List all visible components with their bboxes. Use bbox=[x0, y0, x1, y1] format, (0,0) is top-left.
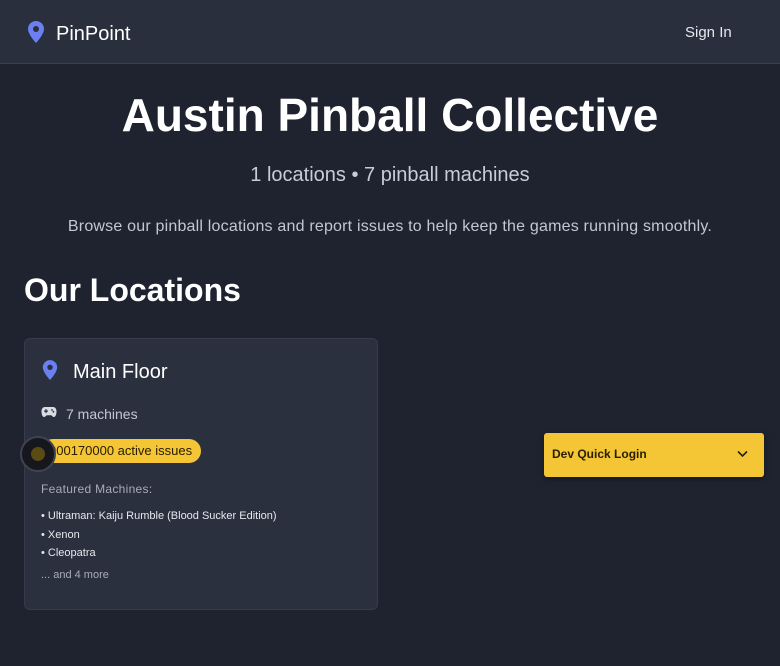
brand-name: PinPoint bbox=[56, 23, 131, 45]
featured-machines-list: • Ultraman: Kaiju Rumble (Blood Sucker E… bbox=[41, 509, 277, 565]
more-machines-text: ... and 4 more bbox=[41, 569, 109, 581]
map-pin-icon bbox=[26, 20, 46, 49]
gamepad-icon bbox=[41, 405, 57, 423]
location-card-header: Main Floor bbox=[41, 359, 167, 386]
top-navbar: PinPoint Sign In bbox=[0, 0, 780, 64]
list-item: • Xenon bbox=[41, 528, 80, 541]
organization-stats: 1 locations • 7 pinball machines bbox=[250, 164, 530, 186]
list-item: • Cleopatra bbox=[41, 547, 96, 559]
sign-in-button[interactable]: Sign In bbox=[685, 24, 732, 41]
organization-title: Austin Pinball Collective bbox=[121, 89, 659, 141]
location-name: Main Floor bbox=[73, 361, 168, 383]
active-issues-badge: 000170000 active issues bbox=[41, 439, 202, 463]
machine-count-row: 7 machines bbox=[41, 405, 138, 423]
organization-description: Browse our pinball locations and report … bbox=[67, 218, 713, 235]
locations-heading: Our Locations bbox=[24, 272, 241, 308]
dev-quick-login-dropdown[interactable]: Dev Quick Login bbox=[544, 433, 764, 477]
machine-count: 7 machines bbox=[66, 406, 138, 422]
dev-quick-login-label: Dev Quick Login bbox=[552, 447, 647, 461]
spinner-dot bbox=[31, 447, 45, 461]
brand-link[interactable]: PinPoint bbox=[26, 20, 131, 49]
list-item: • Ultraman: Kaiju Rumble (Blood Sucker E… bbox=[41, 510, 277, 522]
loading-indicator bbox=[20, 436, 56, 472]
featured-machines-label: Featured Machines: bbox=[41, 482, 153, 496]
location-card-main-floor[interactable]: Main Floor 7 machines 000170000 active i… bbox=[24, 338, 378, 610]
map-pin-icon bbox=[41, 359, 59, 386]
